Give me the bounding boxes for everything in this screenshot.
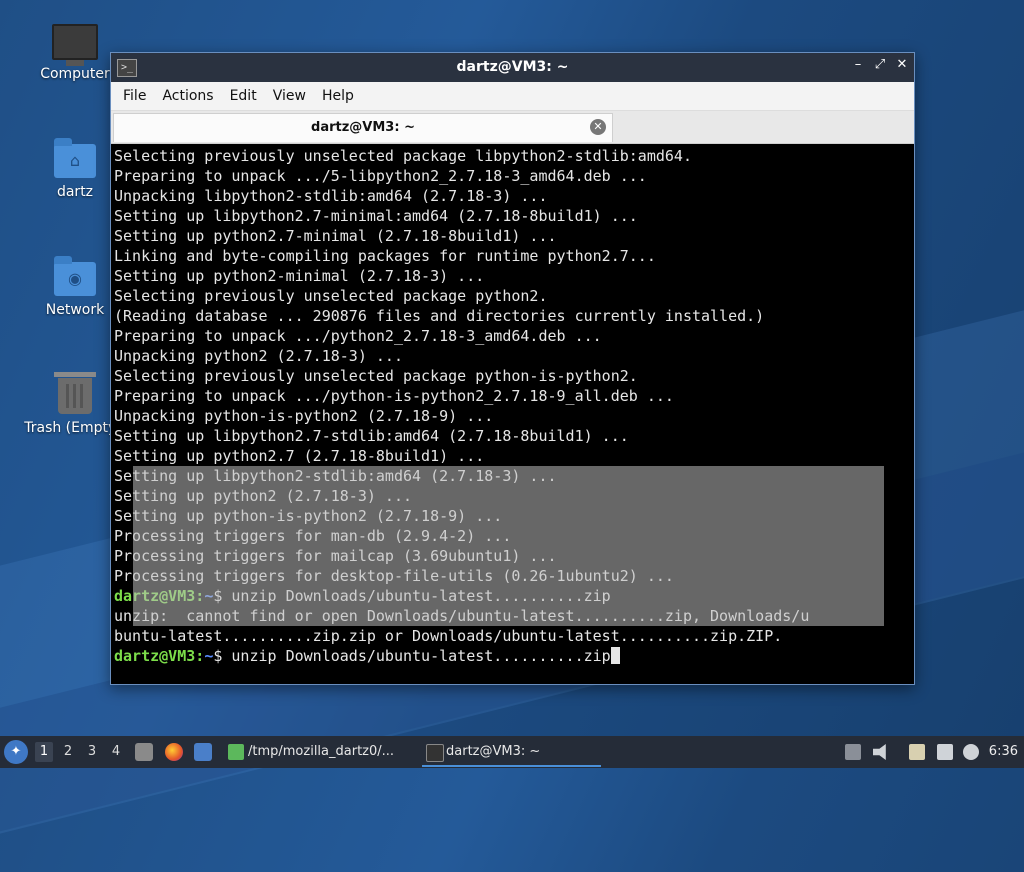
tab-label: dartz@VM3: ~ (311, 120, 415, 135)
app-menu-button[interactable]: ✦ (4, 740, 28, 764)
clock[interactable]: 6:36 (989, 744, 1018, 759)
file-manager-launcher-icon[interactable] (135, 743, 153, 761)
prompt-dollar: $ (213, 647, 232, 665)
menu-bar: File Actions Edit View Help (111, 82, 914, 111)
terminal-line: Unpacking python2 (2.7.18-3) ... (114, 347, 403, 365)
terminal-line: Setting up libpython2.7-stdlib:amd64 (2.… (114, 427, 629, 445)
terminal-line: Selecting previously unselected package … (114, 367, 638, 385)
desktop-icon-label: Trash (Empty) (24, 420, 122, 436)
prompt-separator: : (195, 647, 205, 665)
window-titlebar[interactable]: >_ dartz@VM3: ~ – ⤢ ✕ (111, 53, 914, 82)
desktop-icon-home[interactable]: ⌂ dartz (27, 138, 123, 200)
tab-close-icon[interactable]: ✕ (590, 119, 606, 135)
notification-icon[interactable] (963, 744, 979, 760)
menu-edit[interactable]: Edit (222, 88, 265, 104)
terminal-line: Preparing to unpack .../5-libpython2_2.7… (114, 167, 647, 185)
tab-strip: dartz@VM3: ~ ✕ (111, 111, 914, 144)
terminal-line: Setting up libpython2.7-minimal:amd64 (2… (114, 207, 638, 225)
menu-actions[interactable]: Actions (154, 88, 221, 104)
task-label: /tmp/mozilla_dartz0/... (248, 744, 395, 759)
desktop-icon-computer[interactable]: Computer (27, 24, 123, 82)
terminal-line: Setting up python2.7-minimal (2.7.18-8bu… (114, 227, 557, 245)
archive-icon (228, 744, 244, 760)
terminal-line: Setting up python2.7 (2.7.18-8build1) ..… (114, 447, 485, 465)
terminal-line: Unpacking libpython2-stdlib:amd64 (2.7.1… (114, 187, 548, 205)
minimize-button[interactable]: – (852, 57, 864, 72)
firefox-launcher-icon[interactable] (165, 743, 183, 761)
home-folder-icon: ⌂ (54, 138, 96, 178)
terminal-line: Preparing to unpack .../python-is-python… (114, 387, 674, 405)
task-archive[interactable]: /tmp/mozilla_dartz0/... (224, 739, 438, 765)
updates-icon[interactable] (845, 744, 861, 760)
menu-view[interactable]: View (265, 88, 314, 104)
prompt-path: ~ (204, 647, 214, 665)
prompt-user: dartz@VM3 (114, 647, 196, 665)
clipboard-icon[interactable] (909, 744, 925, 760)
terminal-line: (Reading database ... 290876 files and d… (114, 307, 765, 325)
desktop-icon-network[interactable]: ◉ Network (27, 256, 123, 318)
tab-terminal[interactable]: dartz@VM3: ~ ✕ (113, 113, 613, 142)
task-terminal[interactable]: dartz@VM3: ~ (422, 739, 601, 767)
terminal-icon (426, 744, 444, 762)
terminal-line: Selecting previously unselected package … (114, 147, 692, 165)
terminal-line: Linking and byte-compiling packages for … (114, 247, 656, 265)
terminal-line: Preparing to unpack .../python2_2.7.18-3… (114, 327, 602, 345)
trash-icon (54, 372, 96, 414)
menu-help[interactable]: Help (314, 88, 362, 104)
desktop-icon-label: Computer (40, 66, 110, 82)
desktop-icon-label: Network (45, 302, 105, 318)
maximize-button[interactable]: ⤢ (874, 57, 886, 72)
terminal-line: Selecting previously unselected package … (114, 287, 548, 305)
workspace-2[interactable]: 2 (59, 742, 77, 762)
terminal-prompt-line: dartz@VM3:~$ unzip Downloads/ubuntu-late… (113, 646, 912, 666)
window-title: dartz@VM3: ~ (456, 59, 569, 75)
menu-file[interactable]: File (115, 88, 154, 104)
terminal-line: Setting up python2-minimal (2.7.18-3) ..… (114, 267, 485, 285)
volume-icon[interactable] (873, 744, 886, 760)
workspace-4[interactable]: 4 (107, 742, 125, 762)
terminal-line: Unpacking python-is-python2 (2.7.18-9) .… (114, 407, 494, 425)
desktop-icon-label: dartz (56, 184, 94, 200)
text-selection (133, 466, 884, 626)
workspace-3[interactable]: 3 (83, 742, 101, 762)
close-button[interactable]: ✕ (896, 57, 908, 72)
task-label: dartz@VM3: ~ (446, 744, 541, 759)
network-folder-icon: ◉ (54, 256, 96, 296)
network-icon[interactable] (937, 744, 953, 760)
computer-icon (52, 24, 98, 66)
taskbar: ✦ 1 2 3 4 /tmp/mozilla_dartz0/... dartz@… (0, 736, 1024, 768)
command-text: unzip Downloads/ubuntu-latest..........z… (231, 647, 611, 665)
text-cursor (610, 647, 620, 664)
terminal-error-line: buntu-latest..........zip.zip or Downloa… (114, 627, 783, 645)
desktop-icon-trash[interactable]: Trash (Empty) (24, 372, 123, 436)
show-desktop-icon[interactable] (194, 743, 212, 761)
workspace-1[interactable]: 1 (35, 742, 53, 762)
